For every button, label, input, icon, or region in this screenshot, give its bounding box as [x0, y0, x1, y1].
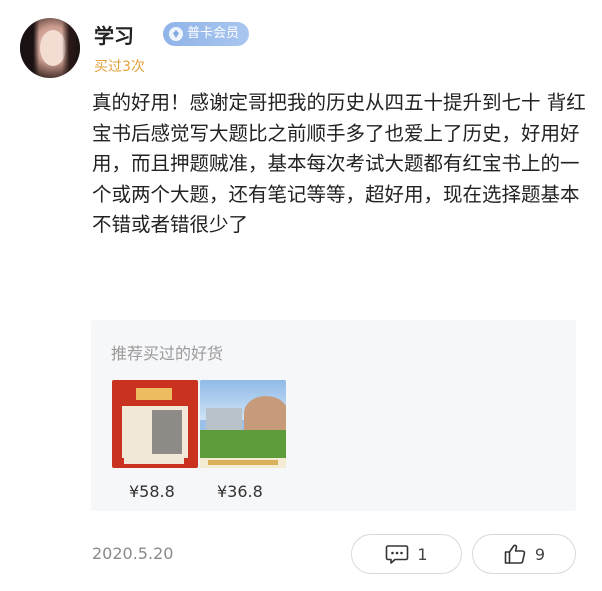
product-price-2: ¥36.8: [217, 482, 263, 501]
like-button[interactable]: 9: [472, 534, 576, 574]
review-text: 真的好用！感谢定哥把我的历史从四五十提升到七十 背红宝书后感觉写大题比之前顺手多…: [92, 91, 586, 236]
product-price-1: ¥58.8: [129, 482, 175, 501]
buy-count: 买过3次: [94, 59, 145, 75]
product-cover-hall: [206, 408, 242, 430]
product-cover-building: [152, 410, 182, 454]
product-cover-lawn: [200, 430, 286, 458]
product-cover-strip: [124, 458, 184, 464]
comment-count: 1: [417, 544, 428, 564]
like-count: 9: [534, 544, 546, 564]
recommended-products-panel: 推荐买过的好货 ¥58.8 ¥36.8: [91, 320, 576, 511]
shield-icon: [169, 27, 183, 41]
post-date: 2020.5.20: [92, 544, 174, 563]
user-avatar[interactable]: [20, 18, 80, 78]
thumbs-up-icon: [503, 542, 527, 566]
avatar-hair: [20, 18, 80, 78]
product-cover-footer-text: [208, 460, 278, 465]
comment-button[interactable]: 1: [351, 534, 462, 574]
product-cover-dome: [244, 396, 286, 430]
product-thumbnail-1[interactable]: [112, 380, 198, 468]
comment-icon: [385, 543, 409, 565]
product-cover-title: [136, 388, 172, 400]
username[interactable]: 学习: [94, 20, 134, 49]
member-badge: 普卡会员: [163, 22, 250, 46]
member-badge-label: 普卡会员: [187, 26, 240, 41]
product-thumbnail-2[interactable]: [200, 380, 286, 468]
recommended-title: 推荐买过的好货: [111, 344, 224, 363]
